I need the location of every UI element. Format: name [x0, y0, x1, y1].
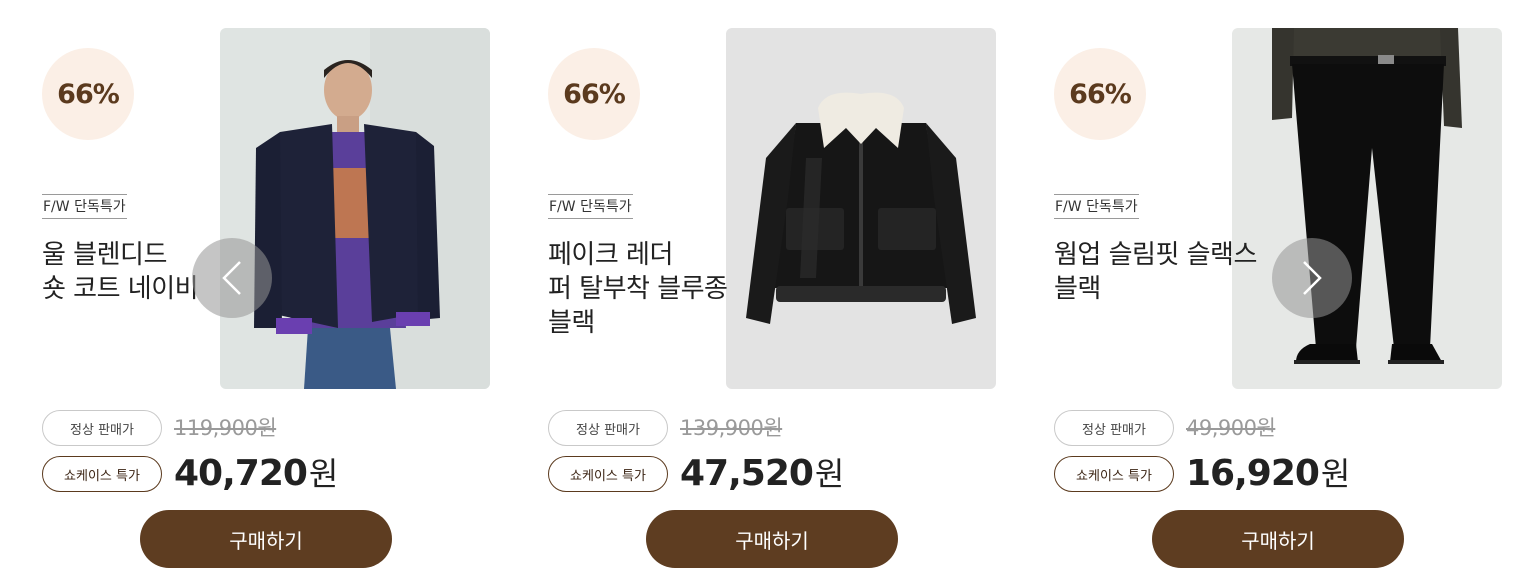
regular-price: 119,900원 [174, 416, 277, 440]
product-title[interactable]: 웜업 슬림핏 슬랙스 블랙 [1054, 238, 1257, 306]
discount-badge: 66% [548, 48, 640, 140]
regular-price-label: 정상 판매가 [1054, 410, 1174, 446]
sale-price: 47,520 원 [680, 452, 844, 496]
promo-tag: F/W 단독특가 [548, 194, 633, 219]
product-title[interactable]: 울 블렌디드 숏 코트 네이비 [42, 238, 199, 306]
sale-price: 40,720 원 [174, 452, 338, 496]
showcase-price-label: 쇼케이스 특가 [1054, 456, 1174, 492]
currency-unit: 원 [308, 455, 338, 493]
regular-price-label: 정상 판매가 [548, 410, 668, 446]
discount-badge: 66% [42, 48, 134, 140]
promo-tag: F/W 단독특가 [42, 194, 127, 219]
showcase-price-label: 쇼케이스 특가 [548, 456, 668, 492]
product-title[interactable]: 페이크 레더 퍼 탈부착 블루종 블랙 [548, 238, 728, 340]
buy-button[interactable]: 구매하기 [140, 510, 392, 568]
currency-unit: 원 [1320, 455, 1350, 493]
product-image[interactable] [220, 28, 490, 389]
carousel-next-button[interactable] [1272, 238, 1352, 318]
carousel-prev-button[interactable] [192, 238, 272, 318]
currency-unit: 원 [814, 455, 844, 493]
chevron-left-icon [222, 261, 241, 295]
regular-price: 139,900원 [680, 416, 783, 440]
showcase-price-label: 쇼케이스 특가 [42, 456, 162, 492]
regular-price: 49,900원 [1186, 416, 1276, 440]
chevron-right-icon [1303, 261, 1322, 295]
product-card: 66% F/W 단독특가 울 블렌디드 숏 코트 네이비 정상 판매가 119,… [42, 0, 504, 585]
promo-tag: F/W 단독특가 [1054, 194, 1139, 219]
buy-button[interactable]: 구매하기 [646, 510, 898, 568]
sale-price-amount: 47,520 [680, 453, 814, 494]
product-image[interactable] [1232, 28, 1502, 389]
regular-price-label: 정상 판매가 [42, 410, 162, 446]
product-image[interactable] [726, 28, 996, 389]
discount-badge: 66% [1054, 48, 1146, 140]
sale-price: 16,920 원 [1186, 452, 1350, 496]
buy-button[interactable]: 구매하기 [1152, 510, 1404, 568]
sale-price-amount: 40,720 [174, 453, 308, 494]
sale-price-amount: 16,920 [1186, 453, 1320, 494]
product-card: 66% F/W 단독특가 페이크 레더 퍼 탈부착 블루종 블랙 정상 판매가 … [548, 0, 1010, 585]
